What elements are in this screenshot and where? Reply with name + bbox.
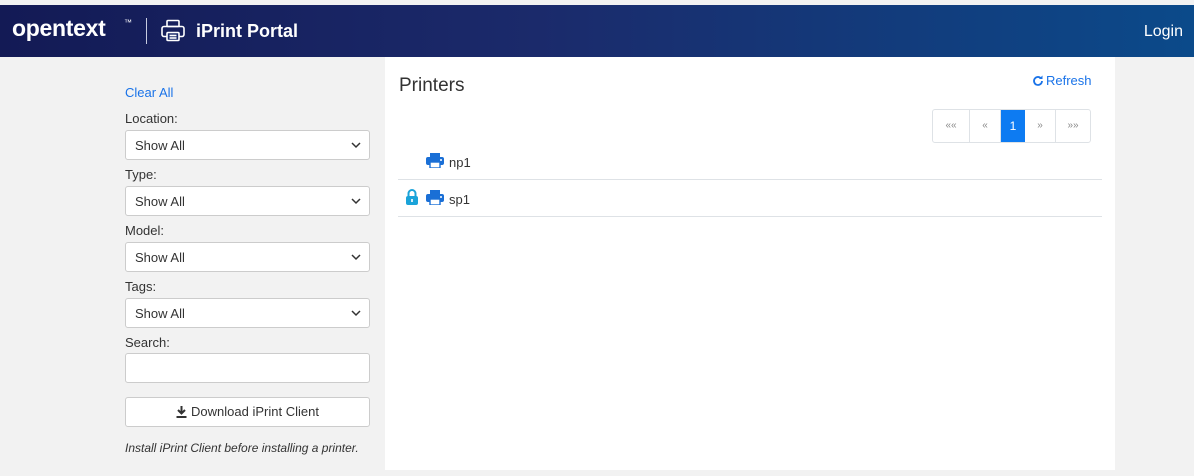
tags-select[interactable]: Show All <box>125 298 370 328</box>
tags-label: Tags: <box>125 279 157 294</box>
filter-sidebar: Clear All Location: Show All Type: Show … <box>0 57 385 476</box>
clear-all-link[interactable]: Clear All <box>125 85 173 100</box>
pagination-first[interactable]: «« <box>933 110 970 142</box>
download-button-label: Download iPrint Client <box>191 404 319 419</box>
opentext-logo: opentext <box>12 15 106 41</box>
location-label: Location: <box>125 111 178 126</box>
model-select-value: Show All <box>135 250 185 265</box>
login-link[interactable]: Login <box>1144 23 1183 41</box>
portal-title: iPrint Portal <box>196 21 299 41</box>
printer-row-np1[interactable]: np1 <box>398 143 1102 180</box>
printers-panel: Printers Refresh «« « 1 » »» np1 sp1 <box>385 57 1115 470</box>
pagination: «« « 1 » »» <box>932 109 1091 143</box>
printer-icon <box>160 19 186 48</box>
trademark-mark: ™ <box>124 18 132 27</box>
printer-name[interactable]: np1 <box>449 155 471 170</box>
pagination-prev[interactable]: « <box>970 110 1001 142</box>
type-select[interactable]: Show All <box>125 186 370 216</box>
refresh-icon <box>1033 75 1043 86</box>
search-input[interactable] <box>125 353 370 383</box>
chevron-down-icon <box>351 142 361 149</box>
page-title: Printers <box>399 75 465 96</box>
download-iprint-client-button[interactable]: Download iPrint Client <box>125 397 370 427</box>
download-icon <box>176 406 187 418</box>
type-select-value: Show All <box>135 194 185 209</box>
chevron-down-icon <box>351 254 361 261</box>
location-select-value: Show All <box>135 138 185 153</box>
printer-icon <box>426 190 444 210</box>
refresh-label: Refresh <box>1046 73 1092 88</box>
printer-name[interactable]: sp1 <box>449 192 470 207</box>
tags-select-value: Show All <box>135 306 185 321</box>
model-label: Model: <box>125 223 165 238</box>
pagination-current-page[interactable]: 1 <box>1001 110 1025 142</box>
search-label: Search: <box>125 335 170 350</box>
header-divider <box>146 18 147 44</box>
install-hint: Install iPrint Client before installing … <box>125 441 359 455</box>
chevron-down-icon <box>351 310 361 317</box>
lock-icon <box>405 189 419 210</box>
type-label: Type: <box>125 167 157 182</box>
top-navbar: opentext ™ iPrint Portal Login <box>0 5 1194 57</box>
printer-icon <box>426 153 444 173</box>
refresh-button[interactable]: Refresh <box>1032 73 1092 88</box>
pagination-last[interactable]: »» <box>1056 110 1090 142</box>
chevron-down-icon <box>351 198 361 205</box>
model-select[interactable]: Show All <box>125 242 370 272</box>
printer-row-sp1[interactable]: sp1 <box>398 180 1102 217</box>
pagination-next[interactable]: » <box>1025 110 1056 142</box>
location-select[interactable]: Show All <box>125 130 370 160</box>
